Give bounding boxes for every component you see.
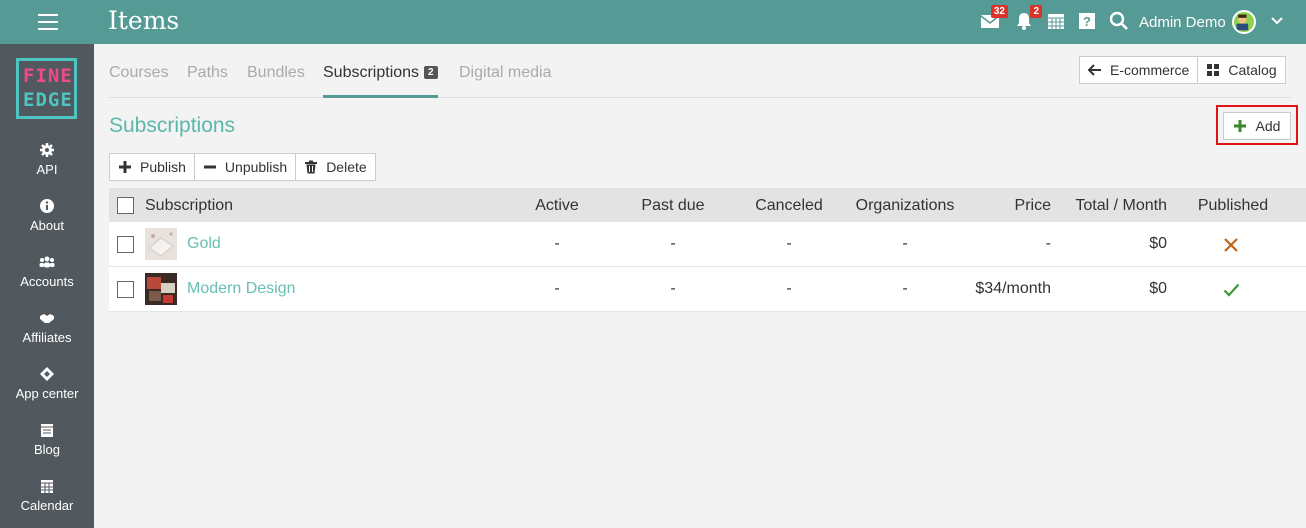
user-name[interactable]: Admin Demo	[1139, 14, 1226, 31]
cell-past-due: -	[670, 235, 676, 252]
catalog-button[interactable]: Catalog	[1197, 57, 1284, 83]
cell-price: -	[1045, 235, 1051, 252]
published-check-icon[interactable]	[1223, 282, 1240, 298]
bell-icon[interactable]: 2	[1014, 5, 1042, 33]
table-row: Modern Design - - - - $34/month $0	[109, 267, 1306, 312]
handshake-icon	[40, 314, 54, 323]
column-canceled[interactable]: Canceled	[741, 197, 837, 215]
subscriptions-table: Subscription Active Past due Canceled Or…	[109, 188, 1306, 312]
sidebar-item-affiliates[interactable]: Affiliates	[0, 310, 94, 366]
sidebar-item-accounts[interactable]: Accounts	[0, 254, 94, 310]
column-organizations[interactable]: Organizations	[847, 197, 963, 215]
messages-badge: 32	[990, 5, 1008, 18]
cell-canceled: -	[786, 280, 792, 297]
sidebar-item-calendar[interactable]: Calendar	[0, 478, 94, 528]
gear-icon	[40, 143, 54, 157]
svg-text:?: ?	[1083, 14, 1091, 29]
column-active[interactable]: Active	[509, 197, 605, 215]
cell-past-due: -	[670, 280, 676, 297]
tab-courses[interactable]: Courses	[109, 64, 169, 98]
calendar-list-icon	[41, 424, 53, 437]
cell-canceled: -	[786, 235, 792, 252]
minus-icon	[203, 165, 216, 169]
subscription-name-link[interactable]: Gold	[187, 235, 221, 253]
calendar-icon[interactable]	[1046, 11, 1068, 33]
subscription-thumbnail[interactable]	[145, 228, 177, 260]
page-title: Items	[108, 6, 180, 35]
select-all-checkbox[interactable]	[117, 197, 134, 214]
sidebar: FINE EDGE API About Accounts Affiliates …	[0, 44, 94, 528]
users-icon	[39, 256, 55, 268]
column-price[interactable]: Price	[971, 197, 1051, 215]
unpublished-cross-icon[interactable]	[1223, 237, 1239, 253]
column-total-month[interactable]: Total / Month	[1059, 197, 1167, 215]
subscription-name-link[interactable]: Modern Design	[187, 280, 296, 298]
chevron-down-icon[interactable]	[1270, 14, 1284, 28]
cell-total-month: $0	[1149, 280, 1167, 297]
plus-icon	[1233, 120, 1246, 132]
column-past-due[interactable]: Past due	[625, 197, 721, 215]
delete-button[interactable]: Delete	[295, 154, 374, 180]
plus-icon	[119, 161, 131, 173]
tab-paths[interactable]: Paths	[187, 64, 228, 98]
cell-active: -	[554, 280, 560, 297]
bulk-actions: Publish Unpublish Delete	[109, 153, 376, 181]
cell-organizations: -	[902, 235, 908, 252]
tab-subscriptions-badge: 2	[424, 66, 438, 79]
tab-bundles[interactable]: Bundles	[247, 64, 305, 98]
tab-subscriptions-label: Subscriptions	[323, 64, 420, 81]
cell-price: $34/month	[975, 280, 1051, 297]
row-checkbox[interactable]	[117, 236, 134, 253]
help-icon[interactable]: ?	[1077, 11, 1099, 33]
calendar-grid-icon	[41, 480, 53, 493]
tab-digital-media[interactable]: Digital media	[459, 64, 551, 98]
messages-icon[interactable]: 32	[980, 5, 1008, 33]
menu-icon[interactable]	[38, 14, 58, 30]
logo[interactable]: FINE EDGE	[16, 58, 77, 119]
sidebar-item-api[interactable]: API	[0, 142, 94, 198]
notifications-badge: 2	[1030, 5, 1042, 18]
avatar[interactable]	[1232, 10, 1256, 34]
sidebar-item-app-center[interactable]: App center	[0, 366, 94, 422]
info-icon	[40, 199, 54, 213]
ecommerce-button[interactable]: E-commerce	[1080, 57, 1197, 83]
diamond-icon	[40, 367, 54, 381]
arrow-left-icon	[1088, 64, 1101, 76]
trash-icon	[305, 160, 318, 174]
column-published[interactable]: Published	[1183, 197, 1283, 215]
subscription-thumbnail[interactable]	[145, 273, 177, 305]
unpublish-button[interactable]: Unpublish	[193, 154, 295, 180]
column-subscription[interactable]: Subscription	[145, 197, 233, 215]
cell-active: -	[554, 235, 560, 252]
section-title: Subscriptions	[109, 114, 236, 137]
add-button[interactable]: Add	[1223, 112, 1291, 140]
table-header: Subscription Active Past due Canceled Or…	[109, 188, 1306, 222]
nav-button-group: E-commerce Catalog	[1079, 56, 1286, 84]
grid-icon	[1207, 64, 1220, 76]
sidebar-item-about[interactable]: About	[0, 198, 94, 254]
row-checkbox[interactable]	[117, 281, 134, 298]
sidebar-item-blog[interactable]: Blog	[0, 422, 94, 478]
cell-total-month: $0	[1149, 235, 1167, 252]
table-row: Gold - - - - - $0	[109, 222, 1306, 267]
tab-subscriptions[interactable]: Subscriptions 2	[323, 64, 438, 98]
publish-button[interactable]: Publish	[110, 154, 194, 180]
top-bar: Items 32 2 ? Admin Demo	[0, 0, 1306, 44]
cell-organizations: -	[902, 280, 908, 297]
search-icon[interactable]	[1109, 11, 1131, 33]
